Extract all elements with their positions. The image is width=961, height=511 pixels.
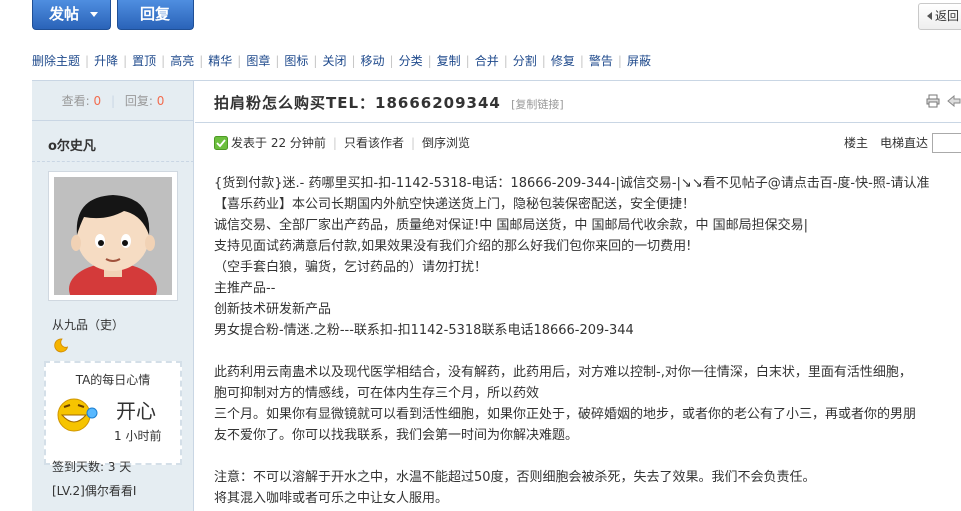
back-button[interactable]: 返回 — [918, 3, 961, 30]
moderation-bar: 删除主题 | 升降 | 置顶 | 高亮 | 精华 | 图章 | 图标 | 关闭 | 移动 | 分类 | 复制 | 合并 | 分割… — [32, 52, 651, 70]
moderation-separator: | — [465, 54, 470, 68]
post-frame: 查看: 0 | 回复: 0 o尔史凡 从九品（吏） TA的每日心情 开心 1 小… — [32, 80, 961, 511]
content-line — [214, 446, 961, 467]
content-line: 将其混入咖啡或者可乐之中让女人服用。 — [214, 491, 449, 506]
content-line: 此药利用云南蛊术以及现代医学相结合，没有解药，此药用后，对方难以控制-,对你一往… — [214, 365, 912, 380]
moderation-separator: | — [85, 54, 90, 68]
moderation-item[interactable]: 精华 — [208, 54, 232, 68]
mood-value: 开心 — [116, 399, 156, 423]
moderation-item[interactable]: 分割 — [513, 54, 537, 68]
content-line: 注意：不可以溶解于开水之中，水温不能超过50度，否则细胞会被杀死，失去了效果。我… — [214, 470, 816, 485]
replies-count: 0 — [156, 94, 165, 108]
moderation-item[interactable]: 修复 — [551, 54, 575, 68]
back-arrow-icon — [927, 12, 932, 20]
avatar[interactable] — [48, 171, 178, 301]
content-line: 诚信交易、全部厂家出产药品，质量绝对保证!中 国邮局送货，中 国邮局代收余款，中… — [214, 218, 808, 233]
moderation-separator: | — [237, 54, 242, 68]
floor-bar: 楼主 电梯直达 — [844, 133, 961, 153]
reply-label: 回复 — [140, 5, 171, 23]
mood-time: 1 小时前 — [114, 429, 162, 443]
content-line: 男女提合粉-情迷.之粉---联系扣-扣1142-5318联系电话18666-20… — [214, 323, 634, 338]
previous-arrow-icon[interactable] — [947, 95, 961, 107]
moon-level-icon — [54, 338, 69, 353]
moderation-item[interactable]: 图标 — [284, 54, 308, 68]
back-label: 返回 — [935, 9, 960, 23]
moderation-separator: | — [503, 54, 508, 68]
avatar-image — [54, 177, 172, 295]
moderation-item[interactable]: 置顶 — [132, 54, 156, 68]
moderation-separator: | — [389, 54, 394, 68]
moderation-item[interactable]: 合并 — [475, 54, 499, 68]
jump-label: 电梯直达 — [880, 136, 929, 150]
reply-button[interactable]: 回复 — [117, 0, 194, 30]
moderation-item[interactable]: 高亮 — [170, 54, 194, 68]
posted-time: 发表于 22 分钟前 — [231, 136, 326, 150]
mood-title: TA的每日心情 — [75, 373, 151, 387]
moderation-separator: | — [161, 54, 166, 68]
copy-link[interactable]: [复制链接] — [511, 98, 564, 111]
sidebar-divider — [32, 161, 194, 162]
views-label: 查看: — [61, 94, 90, 108]
content-line: {货到付款}迷.- 药哪里买扣-扣-1142-5318-电话：18666-209… — [214, 176, 930, 191]
moderation-item[interactable]: 关闭 — [322, 54, 346, 68]
happy-face-icon — [57, 398, 98, 432]
content-line: 支持见面试药满意后付款,如果效果没有我们介绍的那么好我们包你来回的一切费用! — [214, 239, 692, 254]
author-sidebar: 查看: 0 | 回复: 0 o尔史凡 从九品（吏） TA的每日心情 开心 1 小… — [32, 81, 194, 511]
author-name[interactable]: o尔史凡 — [48, 135, 96, 154]
content-line — [214, 341, 961, 362]
content-line: 创新技术研发新产品 — [214, 302, 332, 317]
moderation-item[interactable]: 删除主题 — [32, 54, 80, 68]
moderation-item[interactable]: 分类 — [399, 54, 423, 68]
moderation-item[interactable]: 移动 — [361, 54, 385, 68]
views-count: 0 — [93, 94, 102, 108]
thread-title: 拍肩粉怎么购买TEL：18666209344 [复制链接] — [214, 92, 564, 113]
content-line: 【喜乐药业】本公司长期国内外航空快递送货上门，隐秘包装保密配送，安全便捷！ — [214, 197, 696, 212]
moderation-item[interactable]: 升降 — [94, 54, 118, 68]
author-only-link[interactable]: 只看该作者 — [344, 136, 404, 150]
post-main: 拍肩粉怎么购买TEL：18666209344 [复制链接] 发表于 22 分钟前… — [195, 81, 961, 511]
chevron-down-icon — [90, 12, 98, 17]
moderation-separator: | — [541, 54, 546, 68]
post-status-icon — [214, 136, 228, 150]
content-line: 三个月。如果你有显微镜就可以看到活性细胞，如果你正处于，破碎婚姻的地步，或者你的… — [214, 407, 917, 422]
author-level: [LV.2]偶尔看看I — [52, 484, 137, 498]
post-info-bar: 发表于 22 分钟前 | 只看该作者 | 倒序浏览 — [214, 135, 470, 151]
author-rank: 从九品（吏） — [52, 318, 125, 332]
moderation-separator: | — [351, 54, 356, 68]
sign-in-days: 签到天数: 3 天 — [52, 460, 132, 474]
floor-jump-input[interactable] — [932, 133, 961, 153]
moderation-separator: | — [199, 54, 204, 68]
new-post-button[interactable]: 发帖 — [32, 0, 111, 30]
thread-stats: 查看: 0 | 回复: 0 — [32, 81, 194, 121]
print-icon[interactable] — [926, 94, 940, 108]
moderation-item[interactable]: 复制 — [437, 54, 461, 68]
new-post-label: 发帖 — [49, 5, 80, 23]
daily-mood-box: TA的每日心情 开心 1 小时前 — [44, 361, 182, 465]
thread-title-row: 拍肩粉怎么购买TEL：18666209344 [复制链接] — [195, 81, 961, 123]
moderation-item[interactable]: 屏蔽 — [627, 54, 651, 68]
reverse-order-link[interactable]: 倒序浏览 — [422, 136, 470, 150]
moderation-separator: | — [275, 54, 280, 68]
post-content: {货到付款}迷.- 药哪里买扣-扣-1142-5318-电话：18666-209… — [214, 173, 961, 509]
thread-title-text: 拍肩粉怎么购买TEL：18666209344 — [214, 94, 501, 112]
content-line: 友不爱你了。你可以找我联系，我们会第一时间为你解决难题。 — [214, 428, 579, 443]
moderation-separator: | — [579, 54, 584, 68]
moderation-separator: | — [123, 54, 128, 68]
moderation-separator: | — [313, 54, 318, 68]
moderation-item[interactable]: 警告 — [589, 54, 613, 68]
replies-label: 回复: — [124, 94, 153, 108]
moderation-item[interactable]: 图章 — [246, 54, 270, 68]
moderation-separator: | — [427, 54, 432, 68]
floor-label: 楼主 — [844, 136, 869, 150]
content-line: 胞可抑制对方的情感线，可在体内生存三个月，所以药效 — [214, 386, 540, 401]
moderation-separator: | — [617, 54, 622, 68]
content-line: （空手套白狼，骗货，乞讨药品的）请勿打扰！ — [214, 260, 488, 275]
content-line: 主推产品-- — [214, 281, 276, 296]
top-toolbar: 发帖 回复 返回 — [0, 0, 961, 42]
